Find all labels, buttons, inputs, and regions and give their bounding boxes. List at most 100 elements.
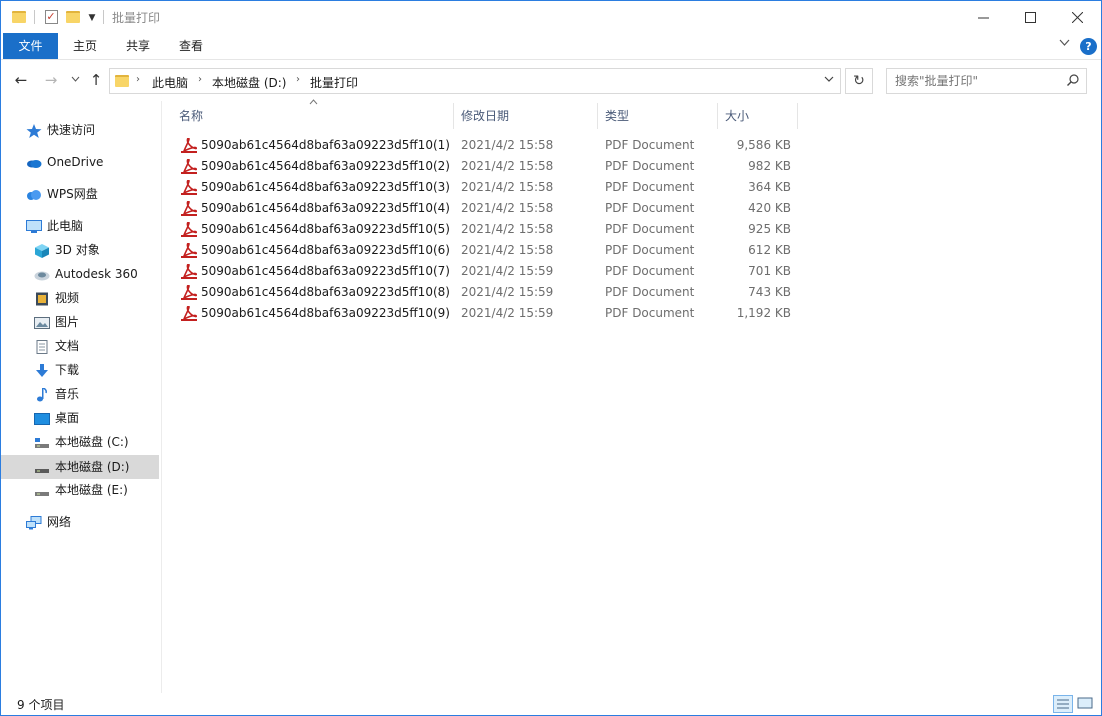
sidebar-item-3d-objects[interactable]: 3D 对象 [34, 239, 100, 261]
sidebar-item-label: OneDrive [47, 155, 104, 169]
sidebar-item-drive-c[interactable]: 本地磁盘 (C:) [34, 431, 129, 453]
sidebar-item-autodesk[interactable]: Autodesk 360 [34, 263, 138, 285]
search-input[interactable] [887, 69, 1057, 93]
tab-file[interactable]: 文件 [3, 33, 58, 59]
file-size: 1,192 KB [736, 306, 791, 320]
address-bar[interactable]: › 此电脑 › 本地磁盘 (D:) › 批量打印 [109, 68, 841, 94]
table-row[interactable]: 5090ab61c4564d8baf63a09223d5ff10(8) 2021/… [175, 282, 805, 303]
table-row[interactable]: 5090ab61c4564d8baf63a09223d5ff10(7) 2021/… [175, 261, 805, 282]
search-icon[interactable] [1067, 74, 1079, 86]
column-divider[interactable] [797, 103, 798, 129]
sidebar-item-desktop[interactable]: 桌面 [34, 407, 79, 429]
file-type: PDF Document [605, 264, 695, 278]
sidebar-item-downloads[interactable]: 下载 [34, 359, 79, 381]
file-type: PDF Document [605, 201, 695, 215]
folder-icon[interactable] [11, 8, 27, 26]
sidebar-item-this-pc[interactable]: 此电脑 [26, 215, 83, 237]
search-box [886, 68, 1087, 94]
breadcrumb-current-folder[interactable]: 批量打印 [310, 74, 358, 91]
sidebar-item-videos[interactable]: 视频 [34, 287, 79, 309]
sidebar-item-documents[interactable]: 文档 [34, 335, 79, 357]
file-size: 982 KB [748, 159, 791, 173]
forward-arrow-icon[interactable]: → [41, 70, 61, 90]
minimize-icon[interactable] [960, 1, 1006, 33]
close-icon[interactable] [1054, 1, 1100, 33]
file-modified-date: 2021/4/2 15:59 [461, 264, 554, 278]
divider [103, 10, 104, 24]
file-type: PDF Document [605, 159, 695, 173]
table-row[interactable]: 5090ab61c4564d8baf63a09223d5ff10(5) 2021/… [175, 219, 805, 240]
up-arrow-icon[interactable]: ↑ [86, 70, 106, 90]
details-view-icon[interactable] [1053, 695, 1073, 713]
file-name: 5090ab61c4564d8baf63a09223d5ff10(1) [201, 138, 450, 152]
pdf-file-icon [181, 222, 197, 237]
column-header-name[interactable]: 名称 [171, 101, 453, 129]
table-row[interactable]: 5090ab61c4564d8baf63a09223d5ff10(1) 2021/… [175, 135, 805, 156]
sidebar-item-label: 桌面 [55, 411, 80, 425]
breadcrumb-drive-d[interactable]: 本地磁盘 (D:) [212, 74, 286, 91]
ribbon-tabs: 文件 主页 共享 查看 [1, 33, 1101, 59]
document-icon [34, 339, 50, 354]
file-modified-date: 2021/4/2 15:58 [461, 243, 554, 257]
customize-dropdown-icon[interactable]: ▼ [87, 9, 97, 27]
sidebar-item-label: 文档 [55, 339, 80, 353]
cloud-icon [26, 155, 42, 169]
large-icons-view-icon[interactable] [1076, 695, 1096, 713]
chevron-right-icon[interactable]: › [136, 74, 140, 85]
sidebar-item-label: 快速访问 [47, 123, 96, 137]
pdf-file-icon [181, 285, 197, 300]
pdf-file-icon [181, 201, 197, 216]
file-size: 364 KB [748, 180, 791, 194]
sidebar-item-network[interactable]: 网络 [26, 511, 71, 533]
file-size: 925 KB [748, 222, 791, 236]
pdf-file-icon [181, 180, 197, 195]
file-size: 701 KB [748, 264, 791, 278]
file-size: 612 KB [748, 243, 791, 257]
navigation-bar: ← → ↑ › 此电脑 › 本地磁盘 (D:) › 批量打印 ↻ [1, 59, 1101, 101]
tab-share[interactable]: 共享 [116, 33, 160, 59]
tab-home[interactable]: 主页 [63, 33, 107, 59]
column-header-type[interactable]: 类型 [597, 101, 717, 129]
drive-icon [34, 483, 50, 497]
back-arrow-icon[interactable]: ← [11, 70, 31, 90]
table-row[interactable]: 5090ab61c4564d8baf63a09223d5ff10(9) 2021/… [175, 303, 805, 324]
chevron-right-icon[interactable]: › [296, 74, 300, 85]
refresh-icon[interactable]: ↻ [845, 68, 873, 94]
sidebar-item-label: 视频 [55, 291, 80, 305]
properties-check-icon[interactable]: ✓ [43, 8, 59, 26]
sidebar-item-wps-cloud[interactable]: WPS网盘 [26, 183, 98, 205]
file-type: PDF Document [605, 285, 695, 299]
file-size: 9,586 KB [736, 138, 791, 152]
address-dropdown-icon[interactable] [824, 73, 834, 86]
chevron-right-icon[interactable]: › [198, 74, 202, 85]
breadcrumb-this-pc[interactable]: 此电脑 [152, 74, 188, 91]
sidebar-item-drive-e[interactable]: 本地磁盘 (E:) [34, 479, 128, 501]
help-icon[interactable]: ? [1080, 38, 1097, 55]
recent-dropdown-icon[interactable] [65, 70, 85, 90]
pdf-file-icon [181, 159, 197, 174]
wps-cloud-icon [26, 187, 42, 201]
sidebar-item-label: Autodesk 360 [55, 267, 138, 281]
sidebar-item-quick-access[interactable]: 快速访问 [26, 119, 95, 141]
file-name: 5090ab61c4564d8baf63a09223d5ff10(5) [201, 222, 450, 236]
folder-icon [115, 75, 129, 87]
sidebar-item-onedrive[interactable]: OneDrive [26, 151, 103, 173]
tab-view[interactable]: 查看 [169, 33, 213, 59]
maximize-icon[interactable] [1007, 1, 1053, 33]
sidebar-item-pictures[interactable]: 图片 [34, 311, 79, 333]
table-row[interactable]: 5090ab61c4564d8baf63a09223d5ff10(2) 2021/… [175, 156, 805, 177]
table-row[interactable]: 5090ab61c4564d8baf63a09223d5ff10(4) 2021/… [175, 198, 805, 219]
column-header-size[interactable]: 大小 [717, 101, 797, 129]
table-row[interactable]: 5090ab61c4564d8baf63a09223d5ff10(3) 2021/… [175, 177, 805, 198]
file-modified-date: 2021/4/2 15:58 [461, 138, 554, 152]
sidebar-item-label: WPS网盘 [47, 187, 98, 201]
sidebar-item-drive-d[interactable]: 本地磁盘 (D:) [1, 455, 159, 479]
column-header-date[interactable]: 修改日期 [453, 101, 597, 129]
sidebar-item-music[interactable]: 音乐 [34, 383, 79, 405]
table-row[interactable]: 5090ab61c4564d8baf63a09223d5ff10(6) 2021/… [175, 240, 805, 261]
picture-icon [34, 315, 50, 329]
sidebar-item-label: 本地磁盘 (E:) [55, 483, 128, 497]
sidebar-item-label: 本地磁盘 (C:) [55, 435, 129, 449]
new-folder-icon[interactable] [65, 8, 81, 26]
chevron-down-icon[interactable] [1059, 37, 1070, 50]
